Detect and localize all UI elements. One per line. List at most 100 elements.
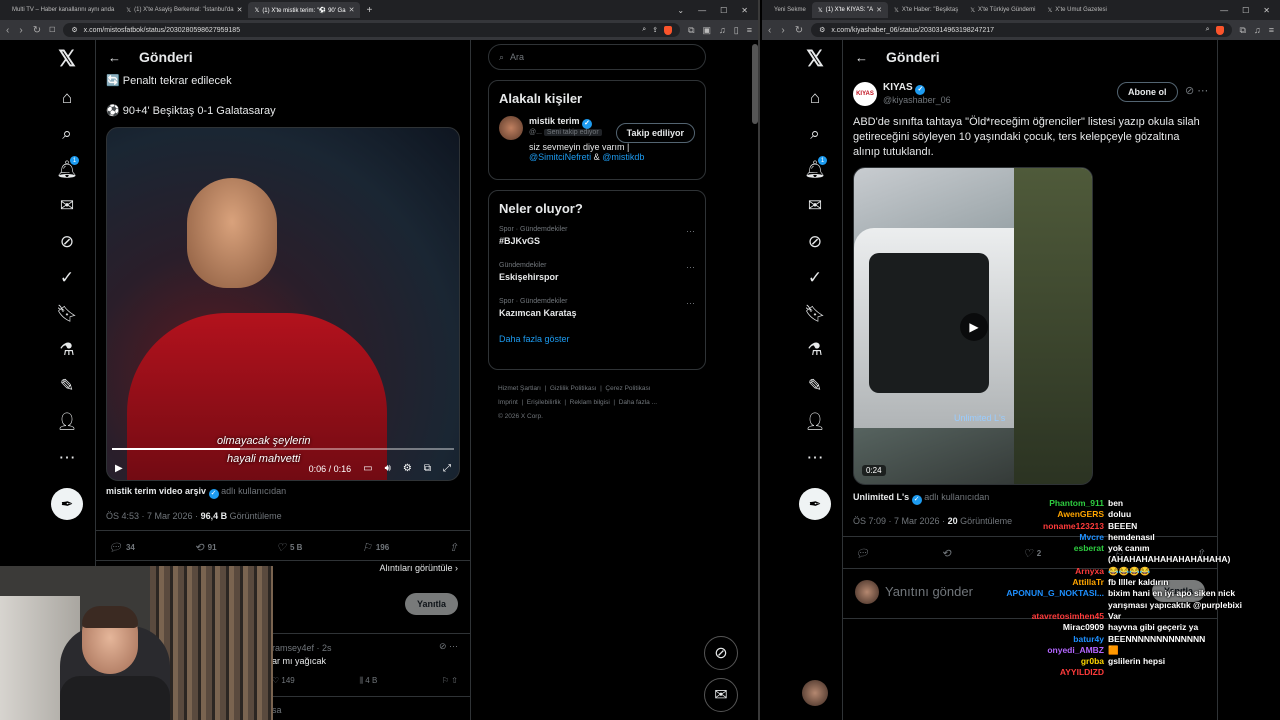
share-icon[interactable]: ⇪ <box>652 26 658 34</box>
explore-icon[interactable]: ⌕ <box>49 116 85 152</box>
reply-input[interactable]: Yanıtını gönder <box>885 584 973 599</box>
grok-icon[interactable]: ⊘ <box>439 641 447 651</box>
tab-turkiye-gundemi[interactable]: 𝕏 X'te Türkiye Gündemi <box>964 2 1041 18</box>
brave-shield-icon[interactable] <box>664 25 673 35</box>
grok-float-button[interactable]: ⊘ <box>704 636 738 670</box>
trend-item[interactable]: Spor · Gündemdekiler Kazımcan Karataş ⋯ <box>499 298 695 318</box>
home-icon[interactable]: ⌂ <box>49 80 85 116</box>
verified-icon[interactable]: ✓ <box>49 260 85 296</box>
menu-icon[interactable]: ≡ <box>747 25 752 36</box>
source-name[interactable]: mistik terim video arşiv <box>106 486 206 496</box>
bookmarks-icon[interactable]: 🔖︎ <box>49 296 85 332</box>
reload-icon[interactable]: ↻ <box>795 25 803 36</box>
menu-icon[interactable]: ≡ <box>1269 25 1274 36</box>
back-icon[interactable]: ‹ <box>768 25 771 36</box>
subscribe-button[interactable]: Abone ol <box>1117 82 1178 102</box>
captions-icon[interactable]: ▭ <box>363 463 372 474</box>
tab-asayis[interactable]: 𝕏 (1) X'te Asayiş Berkemal: "İstanbul'da ✕ <box>120 2 248 18</box>
settings-icon[interactable]: ⚙ <box>403 463 412 474</box>
messages-icon[interactable]: ✉ <box>49 188 85 224</box>
avatar[interactable]: KIYAS <box>853 82 877 106</box>
fullscreen-icon[interactable]: ⤢ <box>443 463 451 474</box>
bookmark-action[interactable]: ⚐ 196 <box>362 541 389 554</box>
extensions-icon[interactable]: ⧉ <box>1240 25 1246 36</box>
reply-handle[interactable]: ramsey4ef · 2s <box>272 643 332 653</box>
back-arrow-icon[interactable]: ← <box>855 50 868 65</box>
articles-icon[interactable]: ✎ <box>49 368 85 404</box>
bookmark-icon[interactable]: ☐ <box>49 26 55 34</box>
forward-icon[interactable]: › <box>781 25 784 36</box>
more-icon[interactable]: ⋯ <box>686 298 695 309</box>
compose-post-button[interactable]: ✒ <box>51 488 83 520</box>
footer-link[interactable]: Imprint <box>498 399 518 406</box>
tab-multi-tv[interactable]: Multi TV – Haber kanallarını aynı anda <box>6 2 120 18</box>
close-icon[interactable]: ✕ <box>876 6 882 14</box>
close-icon[interactable]: ✕ <box>349 6 355 14</box>
view-quotes-link[interactable]: Alıntıları görüntüle › <box>379 563 458 573</box>
show-more-link[interactable]: Daha fazla göster <box>499 334 695 344</box>
account-avatar[interactable] <box>802 680 828 706</box>
verified-icon[interactable]: ✓ <box>797 260 833 296</box>
maximize-icon[interactable]: ☐ <box>720 6 727 15</box>
tab-mistik-terim[interactable]: 𝕏 (1) X'te mistik terim: "⚽ 90' Ga ✕ <box>248 2 361 18</box>
more-icon[interactable]: ⋯ <box>449 641 458 651</box>
play-icon[interactable]: ▶ <box>960 313 988 341</box>
reply-button[interactable]: Yanıtla <box>404 593 458 615</box>
more-icon[interactable]: ⋯ <box>686 226 695 237</box>
related-person[interactable]: mistik terim ✓ @... Seni takip ediyor si… <box>499 116 695 162</box>
footer-link[interactable]: Gizlilik Politikası <box>550 385 597 392</box>
profile-icon[interactable]: 👤︎ <box>797 404 833 440</box>
tab-haber[interactable]: 𝕏 X'te Haber: "Beşiktaş <box>888 2 964 18</box>
play-icon[interactable]: ▶ <box>115 463 123 474</box>
mention-link[interactable]: @mistikdb <box>602 152 644 162</box>
close-window-icon[interactable]: ✕ <box>1263 6 1270 15</box>
brave-shield-icon[interactable] <box>1215 25 1224 35</box>
trend-item[interactable]: Gündemdekiler Eskişehirspor ⋯ <box>499 262 695 282</box>
post-timestamp[interactable]: ÖS 7:09 · 7 Mar 2026 · <box>853 516 945 526</box>
minimize-icon[interactable]: — <box>698 6 706 15</box>
zoom-icon[interactable]: ⌕ <box>1206 26 1210 34</box>
chevron-down-icon[interactable]: ⌄ <box>677 6 684 15</box>
x-logo-icon[interactable]: 𝕏 <box>58 46 76 72</box>
footer-link[interactable]: Reklam bilgisi <box>570 399 610 406</box>
mention-link[interactable]: @SimitciNefreti <box>529 152 591 162</box>
trend-item[interactable]: Spor · Gündemdekiler #BJKvGS ⋯ <box>499 226 695 246</box>
forward-icon[interactable]: › <box>19 25 22 36</box>
footer-link[interactable]: Erişilebilirlik <box>527 399 561 406</box>
avatar[interactable] <box>499 116 523 140</box>
author-handle[interactable]: @kiyashaber_06 <box>883 95 951 105</box>
extensions-icon[interactable]: ⧉ <box>688 25 694 36</box>
profile-icon[interactable]: 👤︎ <box>49 404 85 440</box>
close-window-icon[interactable]: ✕ <box>741 6 748 15</box>
media-icon[interactable]: ♫ <box>1254 25 1261 36</box>
back-icon[interactable]: ‹ <box>6 25 9 36</box>
bookmark-action[interactable]: ⚐ ⇧ <box>442 676 458 686</box>
more-icon[interactable]: ⋯ <box>49 440 85 476</box>
author[interactable]: KIYAS ✓ <box>883 82 926 95</box>
more-icon[interactable]: ⋯ <box>686 262 695 273</box>
search-input[interactable]: ⌕ Ara <box>488 44 706 70</box>
repost-action[interactable]: ⟲ 91 <box>194 541 216 554</box>
grok-icon[interactable]: ⊘ <box>797 224 833 260</box>
maximize-icon[interactable]: ☐ <box>1242 6 1249 15</box>
site-info-icon[interactable]: ⚙ <box>71 26 77 34</box>
sidebar-icon[interactable]: ▯ <box>734 25 739 36</box>
jobs-icon[interactable]: ⚗ <box>49 332 85 368</box>
footer-link[interactable]: Çerez Politikası <box>605 385 650 392</box>
views-action[interactable]: ⫼ 4 B <box>359 676 377 686</box>
footer-link[interactable]: Daha fazla ... <box>619 399 657 406</box>
wallet-icon[interactable]: ▣ <box>703 25 712 36</box>
notifications-icon[interactable]: 🔔︎ 1 <box>797 152 833 188</box>
reply-action[interactable]: 💬︎ 34 <box>108 541 135 554</box>
bookmarks-icon[interactable]: 🔖︎ <box>797 296 833 332</box>
tab-umut-gazetesi[interactable]: 𝕏 X'te Umut Gazetesi <box>1041 2 1112 18</box>
footer-link[interactable]: Hizmet Şartları <box>498 385 541 392</box>
reload-icon[interactable]: ↻ <box>33 25 41 36</box>
grok-icon[interactable]: ⊘ <box>1185 85 1194 97</box>
source-name[interactable]: Unlimited L's <box>853 492 909 502</box>
messages-float-button[interactable]: ✉ <box>704 678 738 712</box>
like-action[interactable]: ♡ 5 B <box>276 541 302 554</box>
close-icon[interactable]: ✕ <box>237 6 243 14</box>
notifications-icon[interactable]: 🔔︎ 1 <box>49 152 85 188</box>
tab-new[interactable]: Yeni Sekme <box>768 2 812 18</box>
